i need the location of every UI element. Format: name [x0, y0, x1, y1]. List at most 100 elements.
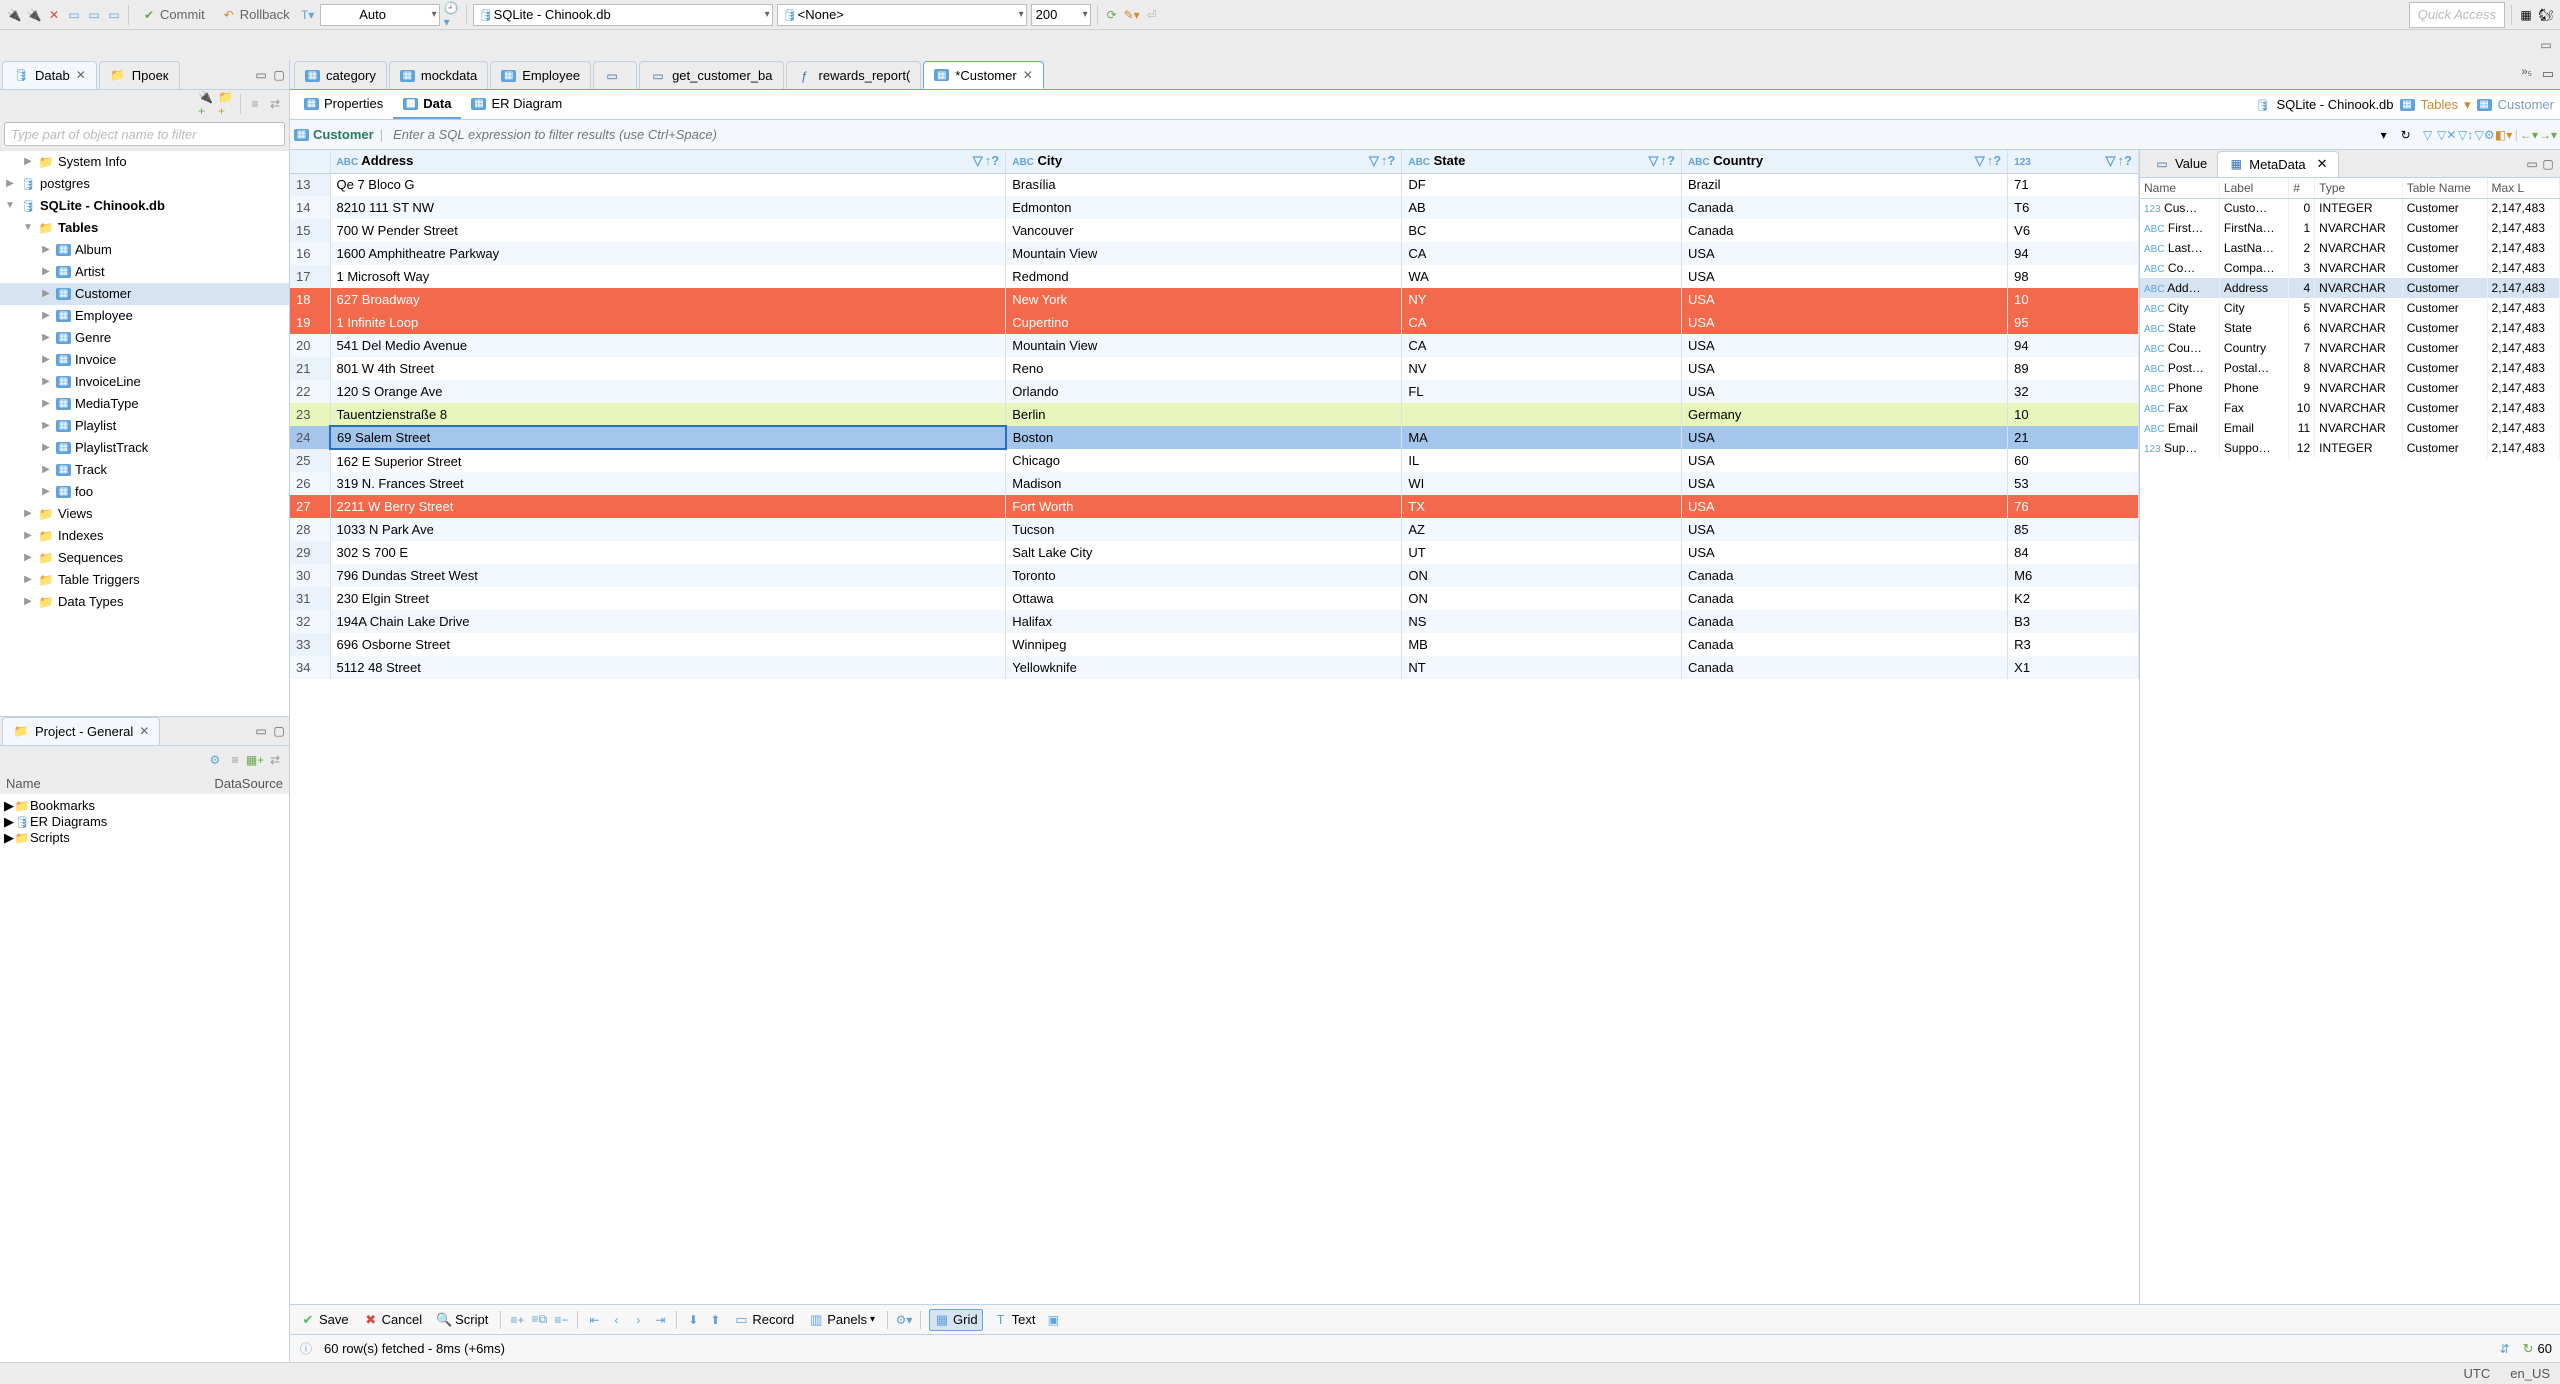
nav-back-icon[interactable]: ←▾ — [2521, 127, 2537, 143]
column-header[interactable]: ABC Address▽↑? — [330, 150, 1006, 173]
tree-node[interactable]: ▶▦Track — [0, 459, 289, 481]
cell[interactable]: USA — [1681, 288, 2007, 311]
connection-combo[interactable]: 🛢SQLite - Chinook.db▾ — [473, 4, 773, 26]
table-row[interactable]: 29302 S 700 ESalt Lake CityUTUSA84 — [290, 541, 2139, 564]
cell[interactable] — [1402, 403, 1682, 426]
cell[interactable]: USA — [1681, 242, 2007, 265]
cell[interactable]: New York — [1006, 288, 1402, 311]
del-row-icon[interactable]: ≡− — [553, 1312, 569, 1328]
open-perspective-icon[interactable]: ▦ — [2518, 7, 2534, 23]
cell[interactable]: IL — [1402, 449, 1682, 472]
meta-row[interactable]: ABC StateState6NVARCHARCustomer2,147,483 — [2140, 318, 2560, 338]
cell[interactable]: ON — [1402, 587, 1682, 610]
meta-col-header[interactable]: # — [2289, 178, 2315, 198]
cell[interactable]: Redmond — [1006, 265, 1402, 288]
meta-row[interactable]: ABC Post…Postal…8NVARCHARCustomer2,147,4… — [2140, 358, 2560, 378]
cell[interactable]: Madison — [1006, 472, 1402, 495]
tree-node[interactable]: ▶▦Artist — [0, 261, 289, 283]
cell[interactable]: 21 — [2008, 426, 2139, 449]
cell[interactable]: USA — [1681, 334, 2007, 357]
cell[interactable]: 627 Broadway — [330, 288, 1006, 311]
tree-node[interactable]: ▶▦Playlist — [0, 415, 289, 437]
cell[interactable]: TX — [1402, 495, 1682, 518]
cancel-button[interactable]: ✖Cancel — [359, 1309, 426, 1331]
table-row[interactable]: 2469 Salem StreetBostonMAUSA21 — [290, 426, 2139, 449]
cell[interactable]: 69 Salem Street — [330, 426, 1006, 449]
cell[interactable]: Ottawa — [1006, 587, 1402, 610]
prev-icon[interactable]: ‹ — [608, 1312, 624, 1328]
colorize-icon[interactable]: ◧▾ — [2496, 127, 2512, 143]
cell[interactable]: Canada — [1681, 587, 2007, 610]
subtab-er-diagram[interactable]: ▦ER Diagram — [461, 91, 572, 119]
tx-dropdown-icon[interactable]: T▾ — [300, 7, 316, 23]
cell[interactable]: Canada — [1681, 564, 2007, 587]
cell[interactable]: USA — [1681, 311, 2007, 334]
table-row[interactable]: 171 Microsoft WayRedmondWAUSA98 — [290, 265, 2139, 288]
minimize-icon[interactable]: ▭ — [2542, 66, 2554, 82]
subtab-properties[interactable]: ▦Properties — [294, 91, 393, 119]
cell[interactable]: 89 — [2008, 357, 2139, 380]
cell[interactable]: USA — [1681, 357, 2007, 380]
meta-row[interactable]: ABC Last…LastNa…2NVARCHARCustomer2,147,4… — [2140, 238, 2560, 258]
cell[interactable]: 120 S Orange Ave — [330, 380, 1006, 403]
unplug-icon[interactable]: ✕ — [46, 7, 62, 23]
breadcrumb-db[interactable]: SQLite - Chinook.db — [2276, 97, 2393, 112]
tab-project-general[interactable]: 📁Project - General✕ — [2, 717, 160, 745]
table-row[interactable]: 32194A Chain Lake DriveHalifaxNSCanadaB3 — [290, 610, 2139, 633]
gear-icon[interactable]: ⚙▾ — [896, 1312, 912, 1328]
meta-row[interactable]: ABC PhonePhone9NVARCHARCustomer2,147,483 — [2140, 378, 2560, 398]
cell[interactable]: 1 Microsoft Way — [330, 265, 1006, 288]
cell[interactable]: 5112 48 Street — [330, 656, 1006, 679]
gear-icon[interactable]: ⚙ — [207, 752, 223, 768]
column-header[interactable]: ABC City▽↑? — [1006, 150, 1402, 173]
filter-custom-icon[interactable]: ▽⚙ — [2477, 127, 2493, 143]
sql-script-icon[interactable]: ▭ — [86, 7, 102, 23]
cell[interactable]: 801 W 4th Street — [330, 357, 1006, 380]
tree-node[interactable]: ▶📁Scripts — [0, 830, 289, 846]
meta-col-header[interactable]: Max L — [2487, 178, 2559, 198]
history-icon[interactable]: 🕘▾ — [444, 7, 460, 23]
cell[interactable]: Salt Lake City — [1006, 541, 1402, 564]
tree-node[interactable]: ▼🛢SQLite - Chinook.db — [0, 195, 289, 217]
grid-view-button[interactable]: ▦Grid — [929, 1309, 983, 1331]
cell[interactable]: Yellowknife — [1006, 656, 1402, 679]
commit-button[interactable]: ✔Commit — [135, 4, 211, 26]
tree-node[interactable]: ▶▦Customer — [0, 283, 289, 305]
meta-row[interactable]: ABC First…FirstNa…1NVARCHARCustomer2,147… — [2140, 218, 2560, 238]
cell[interactable]: 10 — [2008, 288, 2139, 311]
quick-access-field[interactable]: Quick Access — [2409, 2, 2505, 28]
close-icon[interactable]: ✕ — [139, 724, 149, 738]
meta-row[interactable]: ABC Cou…Country7NVARCHARCustomer2,147,48… — [2140, 338, 2560, 358]
cell[interactable]: 8210 111 ST NW — [330, 196, 1006, 219]
cell[interactable]: CA — [1402, 311, 1682, 334]
tree-node[interactable]: ▶▦Invoice — [0, 349, 289, 371]
cell[interactable]: 94 — [2008, 242, 2139, 265]
cell[interactable]: USA — [1681, 380, 2007, 403]
tx-mode-combo[interactable]: Auto▾ — [320, 4, 440, 26]
sql-new-icon[interactable]: ▭ — [106, 7, 122, 23]
column-header[interactable]: ABC Country▽↑? — [1681, 150, 2007, 173]
cell[interactable]: K2 — [2008, 587, 2139, 610]
close-icon[interactable]: ✕ — [1023, 68, 1033, 82]
table-row[interactable]: 33696 Osborne StreetWinnipegMBCanadaR3 — [290, 633, 2139, 656]
tab-projects[interactable]: 📁Проек — [99, 61, 180, 89]
cell[interactable]: ON — [1402, 564, 1682, 587]
cell[interactable]: Boston — [1006, 426, 1402, 449]
meta-row[interactable]: ABC EmailEmail11NVARCHARCustomer2,147,48… — [2140, 418, 2560, 438]
filter-reset-icon[interactable]: ▽✕ — [2439, 127, 2455, 143]
cell[interactable]: USA — [1681, 265, 2007, 288]
next-icon[interactable]: › — [630, 1312, 646, 1328]
tree-node[interactable]: ▶▦InvoiceLine — [0, 371, 289, 393]
tree-node[interactable]: ▶🛢ER Diagrams — [0, 814, 289, 830]
cell[interactable]: AB — [1402, 196, 1682, 219]
cell[interactable]: V6 — [2008, 219, 2139, 242]
nav-fwd-icon[interactable]: →▾ — [2540, 127, 2556, 143]
cell[interactable]: Halifax — [1006, 610, 1402, 633]
cell[interactable]: 85 — [2008, 518, 2139, 541]
cell[interactable]: T6 — [2008, 196, 2139, 219]
stop-icon[interactable]: ⏎ — [1144, 7, 1160, 23]
editor-tab[interactable]: ▦Employee — [490, 61, 591, 89]
cell[interactable]: R3 — [2008, 633, 2139, 656]
filter-history-icon[interactable]: ▾ — [2376, 127, 2392, 143]
tree-node[interactable]: ▶📁Sequences — [0, 547, 289, 569]
